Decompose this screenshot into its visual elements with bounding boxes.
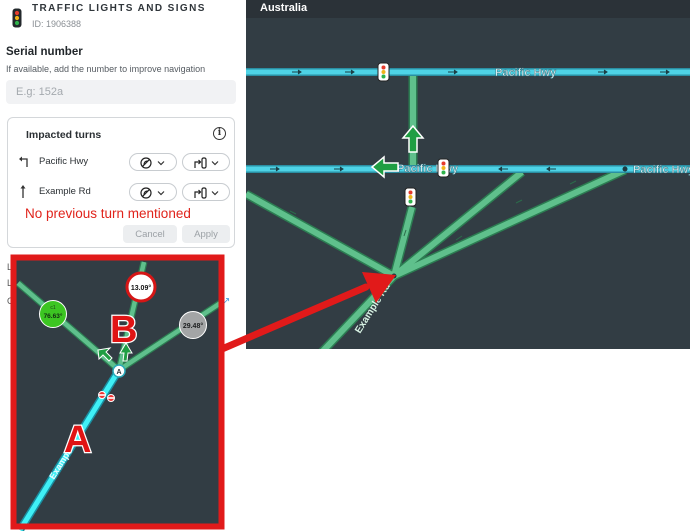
apply-button[interactable]: Apply	[182, 225, 230, 243]
turn-restriction-icon	[140, 157, 152, 169]
panel-title: TRAFFIC LIGHTS AND SIGNS	[32, 3, 206, 14]
turn-restriction-icon	[140, 187, 152, 199]
annotation-arrow	[218, 272, 396, 353]
map-inset-zoom: Exampl xai A c1 76.63° 13.09° 2	[10, 254, 225, 531]
map-header: Australia	[246, 0, 690, 18]
serial-number-label: Serial number	[6, 46, 83, 58]
turn-restriction-icon	[194, 157, 207, 169]
road-label-pacific-hwy-1: Pacific Hwy	[495, 67, 557, 79]
info-icon[interactable]: i	[213, 127, 226, 140]
annotation-text: No previous turn mentioned	[25, 206, 191, 221]
chevron-down-icon	[157, 161, 165, 166]
node-letter: A	[117, 369, 122, 376]
marker-b: B	[110, 309, 137, 351]
angle-badge-value: 29.48°	[183, 322, 204, 330]
angle-badge-label: c1	[50, 305, 56, 311]
chevron-down-icon	[211, 161, 219, 166]
angle-badge[interactable]: 29.48°	[179, 311, 207, 339]
node-marker[interactable]: A	[112, 364, 126, 378]
chevron-down-icon	[211, 191, 219, 196]
angle-badge-value: 13.09°	[131, 284, 152, 292]
turn-label: Pacific Hwy	[39, 156, 89, 167]
turn-row-pacific-hwy: Pacific Hwy	[18, 153, 232, 171]
map-region-title: Australia	[260, 2, 308, 14]
turn-restriction-dropdown[interactable]	[182, 183, 230, 201]
road-label-pacific-hwy-2: Pacific Hwy	[397, 163, 459, 175]
angle-badge[interactable]: c1 76.63°	[39, 300, 67, 328]
app-root: Pacific Hwy Pacific Hwy Pacific Hwy Exam…	[0, 0, 690, 531]
turn-row-example-rd: Example Rd	[18, 183, 232, 201]
serial-number-input[interactable]	[6, 80, 236, 104]
turn-restriction-dropdown[interactable]	[129, 153, 177, 171]
cancel-button[interactable]: Cancel	[123, 225, 177, 243]
turn-restriction-icon	[194, 187, 207, 199]
panel-header: TRAFFIC LIGHTS AND SIGNS ID: 1906388	[0, 0, 246, 36]
chevron-down-icon	[157, 191, 165, 196]
angle-badge[interactable]: 13.09°	[125, 271, 157, 303]
turn-restriction-dropdown[interactable]	[129, 183, 177, 201]
impacted-turns-card: Impacted turns i Pacific Hwy Example Rd …	[7, 117, 235, 248]
turn-restriction-dropdown[interactable]	[182, 153, 230, 171]
impacted-turns-title: Impacted turns	[26, 129, 102, 141]
straight-arrow-icon	[20, 185, 26, 198]
traffic-light-icon[interactable]	[377, 62, 390, 82]
traffic-light-icon	[12, 8, 22, 28]
turn-label: Example Rd	[39, 186, 91, 197]
road-label-pacific-hwy-3: Pacific Hwy	[633, 164, 690, 176]
serial-number-help: If available, add the number to improve …	[6, 64, 206, 74]
turn-left-arrow-icon	[19, 156, 28, 167]
marker-a: A	[64, 419, 91, 461]
traffic-light-icon[interactable]	[437, 158, 450, 178]
angle-badge-value: 76.63°	[44, 312, 63, 320]
traffic-light-icon[interactable]	[404, 187, 417, 207]
object-id: ID: 1906388	[32, 19, 82, 29]
